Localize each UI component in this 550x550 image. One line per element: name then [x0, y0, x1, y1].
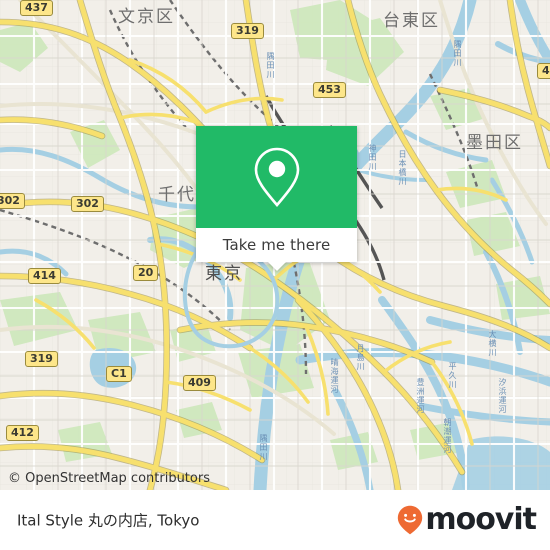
moovit-wordmark: moovit: [425, 502, 537, 537]
highway-shield[interactable]: 412: [6, 425, 39, 441]
map-area[interactable]: 文京区 台東区 墨田区 千代 東京 隅田川 隅田川 隅田川 平久川 大横川 豊洲…: [0, 0, 550, 490]
highway-shield[interactable]: 319: [231, 23, 264, 39]
highway-shield[interactable]: 319: [25, 351, 58, 367]
map-screenshot: 文京区 台東区 墨田区 千代 東京 隅田川 隅田川 隅田川 平久川 大横川 豊洲…: [0, 0, 550, 550]
footer-bar: Ital Style 丸の内店, Tokyo moovit: [0, 490, 550, 550]
popup-pointer-arrow: [267, 262, 286, 271]
highway-shield[interactable]: 414: [28, 268, 61, 284]
highway-shield[interactable]: 46: [537, 63, 550, 79]
osm-attribution[interactable]: © OpenStreetMap contributors: [8, 471, 210, 486]
place-popup-card[interactable]: Take me there: [196, 126, 357, 271]
moovit-logo[interactable]: moovit: [397, 502, 537, 537]
popup-cta-bar[interactable]: Take me there: [196, 228, 357, 262]
highway-shield[interactable]: 302: [0, 193, 25, 209]
highway-shield[interactable]: 302: [71, 196, 104, 212]
highway-shield[interactable]: 409: [183, 375, 216, 391]
popup-image-panel: [196, 126, 357, 228]
place-title: Ital Style 丸の内店, Tokyo: [17, 511, 200, 530]
popup-cta-label: Take me there: [222, 236, 331, 254]
highway-shield[interactable]: 20: [133, 265, 159, 281]
moovit-pin-icon: [398, 505, 423, 535]
map-pin-icon: [254, 147, 299, 207]
highway-shield[interactable]: 437: [20, 0, 53, 16]
highway-shield[interactable]: 453: [313, 82, 346, 98]
highway-shield[interactable]: C1: [106, 366, 132, 382]
